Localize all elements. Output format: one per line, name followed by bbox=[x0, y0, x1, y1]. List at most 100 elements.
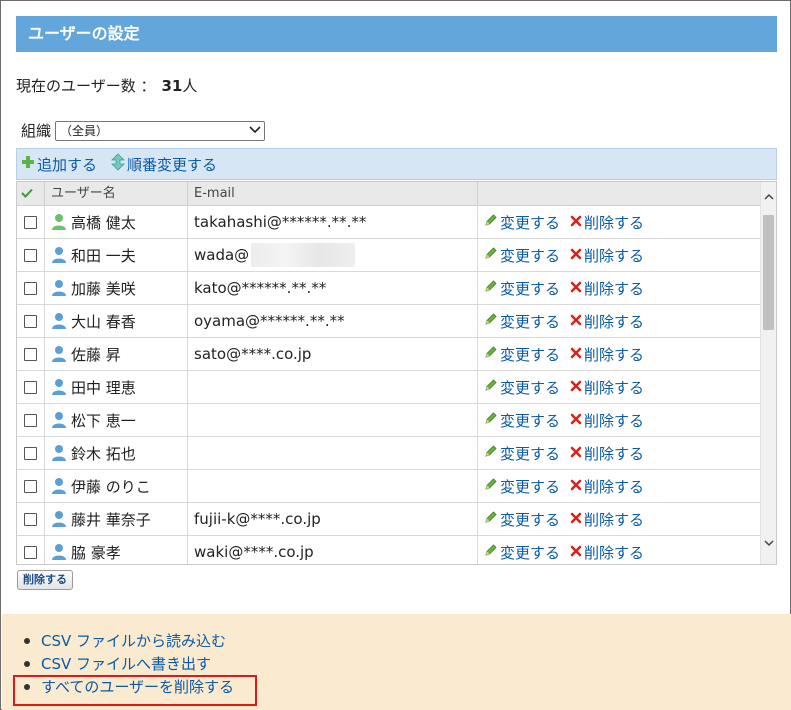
row-checkbox-cell bbox=[17, 371, 45, 403]
edit-user-link[interactable]: 変更する bbox=[484, 344, 560, 365]
table-row: 鈴木 拓也 変更する 削除する bbox=[17, 437, 761, 470]
delete-user-link[interactable]: 削除する bbox=[570, 278, 644, 299]
user-email-cell: fujii-k@****.co.jp bbox=[188, 503, 478, 535]
user-icon bbox=[51, 444, 67, 462]
import-csv-link[interactable]: CSV ファイルから読み込む bbox=[41, 630, 226, 651]
edit-label: 変更する bbox=[500, 213, 561, 232]
row-checkbox[interactable] bbox=[24, 512, 37, 526]
delete-user-link[interactable]: 削除する bbox=[570, 212, 644, 233]
table-body: 高橋 健太 takahashi@******.**.** 変更する 削除する 和田 一夫… bbox=[17, 206, 761, 564]
edit-user-link[interactable]: 変更する bbox=[484, 245, 560, 266]
row-checkbox-cell bbox=[17, 404, 45, 436]
delete-user-link[interactable]: 削除する bbox=[570, 311, 644, 332]
user-email: takahashi@******.**.** bbox=[194, 213, 367, 231]
row-checkbox[interactable] bbox=[24, 545, 37, 559]
row-actions: 変更する 削除する bbox=[478, 503, 761, 535]
delete-user-link[interactable]: 削除する bbox=[570, 443, 644, 464]
chevron-down-icon bbox=[246, 124, 264, 137]
edit-user-link[interactable]: 変更する bbox=[484, 377, 560, 398]
user-email: fujii-k@****.co.jp bbox=[194, 510, 321, 528]
edit-user-link[interactable]: 変更する bbox=[484, 410, 560, 431]
user-email-cell: waki@****.co.jp bbox=[188, 536, 478, 564]
reorder-label: 順番変更する bbox=[127, 155, 218, 174]
row-checkbox[interactable] bbox=[24, 248, 37, 262]
row-checkbox-cell bbox=[17, 305, 45, 337]
user-email-cell bbox=[188, 371, 478, 403]
org-select[interactable]: （全員） bbox=[55, 120, 266, 141]
table-row: 大山 春香 oyama@******.**.** 変更する 削除する bbox=[17, 305, 761, 338]
list-item: CSV ファイルへ書き出す bbox=[24, 652, 234, 675]
row-checkbox[interactable] bbox=[24, 380, 37, 394]
column-header-actions bbox=[478, 182, 761, 206]
user-name: 加藤 美咲 bbox=[71, 279, 136, 298]
row-checkbox-cell bbox=[17, 536, 45, 564]
delete-x-icon bbox=[570, 477, 582, 495]
user-name: 鈴木 拓也 bbox=[71, 444, 136, 463]
row-checkbox[interactable] bbox=[24, 446, 37, 460]
user-icon bbox=[51, 543, 67, 561]
bullet-icon bbox=[24, 660, 30, 667]
org-selected-value: （全員） bbox=[60, 124, 109, 138]
user-icon bbox=[51, 246, 67, 264]
user-email: wada@ bbox=[194, 246, 250, 264]
edit-user-link[interactable]: 変更する bbox=[484, 509, 560, 530]
pencil-icon bbox=[484, 345, 498, 363]
user-icon bbox=[51, 345, 67, 363]
row-checkbox[interactable] bbox=[24, 479, 37, 493]
delete-x-icon bbox=[570, 543, 582, 561]
row-actions: 変更する 削除する bbox=[478, 272, 761, 304]
edit-user-link[interactable]: 変更する bbox=[484, 542, 560, 563]
table-row: 藤井 華奈子 fujii-k@****.co.jp 変更する 削除する bbox=[17, 503, 761, 536]
column-header-email: E-mail bbox=[188, 182, 478, 206]
row-checkbox[interactable] bbox=[24, 281, 37, 295]
delete-user-link[interactable]: 削除する bbox=[570, 410, 644, 431]
pencil-icon bbox=[484, 411, 498, 429]
edit-user-link[interactable]: 変更する bbox=[484, 311, 560, 332]
user-icon bbox=[51, 213, 67, 231]
user-email-cell: sato@****.co.jp bbox=[188, 338, 478, 370]
delete-user-link[interactable]: 削除する bbox=[570, 542, 644, 563]
scrollbar[interactable] bbox=[760, 182, 776, 564]
reorder-link[interactable]: 順番変更する bbox=[111, 153, 217, 175]
toolbar: 追加する 順番変更する bbox=[16, 148, 777, 180]
user-name-cell: 加藤 美咲 bbox=[45, 272, 188, 304]
org-filter: 組織 （全員） bbox=[21, 120, 266, 141]
edit-user-link[interactable]: 変更する bbox=[484, 443, 560, 464]
scroll-thumb[interactable] bbox=[763, 215, 774, 330]
delete-label: 削除する bbox=[584, 246, 645, 265]
scroll-up-icon[interactable] bbox=[761, 190, 776, 206]
delete-label: 削除する bbox=[584, 543, 645, 562]
export-csv-link[interactable]: CSV ファイルへ書き出す bbox=[41, 653, 211, 674]
scroll-down-icon[interactable] bbox=[761, 536, 776, 552]
edit-label: 変更する bbox=[500, 345, 561, 364]
delete-user-link[interactable]: 削除する bbox=[570, 476, 644, 497]
delete-user-link[interactable]: 削除する bbox=[570, 344, 644, 365]
edit-user-link[interactable]: 変更する bbox=[484, 278, 560, 299]
delete-x-icon bbox=[570, 213, 582, 231]
table-row: 高橋 健太 takahashi@******.**.** 変更する 削除する bbox=[17, 206, 761, 239]
edit-user-link[interactable]: 変更する bbox=[484, 212, 560, 233]
user-table: ユーザー名 E-mail 高橋 健太 takahashi@******.**.**… bbox=[16, 181, 777, 565]
row-actions: 変更する 削除する bbox=[478, 437, 761, 469]
row-checkbox[interactable] bbox=[24, 215, 37, 229]
table-row: 松下 恵一 変更する 削除する bbox=[17, 404, 761, 437]
user-name-cell: 伊藤 のりこ bbox=[45, 470, 188, 502]
delete-x-icon bbox=[570, 411, 582, 429]
delete-user-link[interactable]: 削除する bbox=[570, 509, 644, 530]
row-checkbox[interactable] bbox=[24, 347, 37, 361]
row-checkbox[interactable] bbox=[24, 314, 37, 328]
delete-user-link[interactable]: 削除する bbox=[570, 377, 644, 398]
row-checkbox[interactable] bbox=[24, 413, 37, 427]
delete-user-link[interactable]: 削除する bbox=[570, 245, 644, 266]
add-user-link[interactable]: 追加する bbox=[21, 154, 97, 175]
add-user-label: 追加する bbox=[37, 155, 98, 174]
delete-x-icon bbox=[570, 510, 582, 528]
delete-selected-button[interactable]: 削除する bbox=[17, 570, 73, 590]
pencil-icon bbox=[484, 543, 498, 561]
delete-x-icon bbox=[570, 444, 582, 462]
row-actions: 変更する 削除する bbox=[478, 338, 761, 370]
select-all-check-icon[interactable] bbox=[17, 182, 45, 206]
edit-user-link[interactable]: 変更する bbox=[484, 476, 560, 497]
row-checkbox-cell bbox=[17, 239, 45, 271]
table-row: 伊藤 のりこ 変更する 削除する bbox=[17, 470, 761, 503]
